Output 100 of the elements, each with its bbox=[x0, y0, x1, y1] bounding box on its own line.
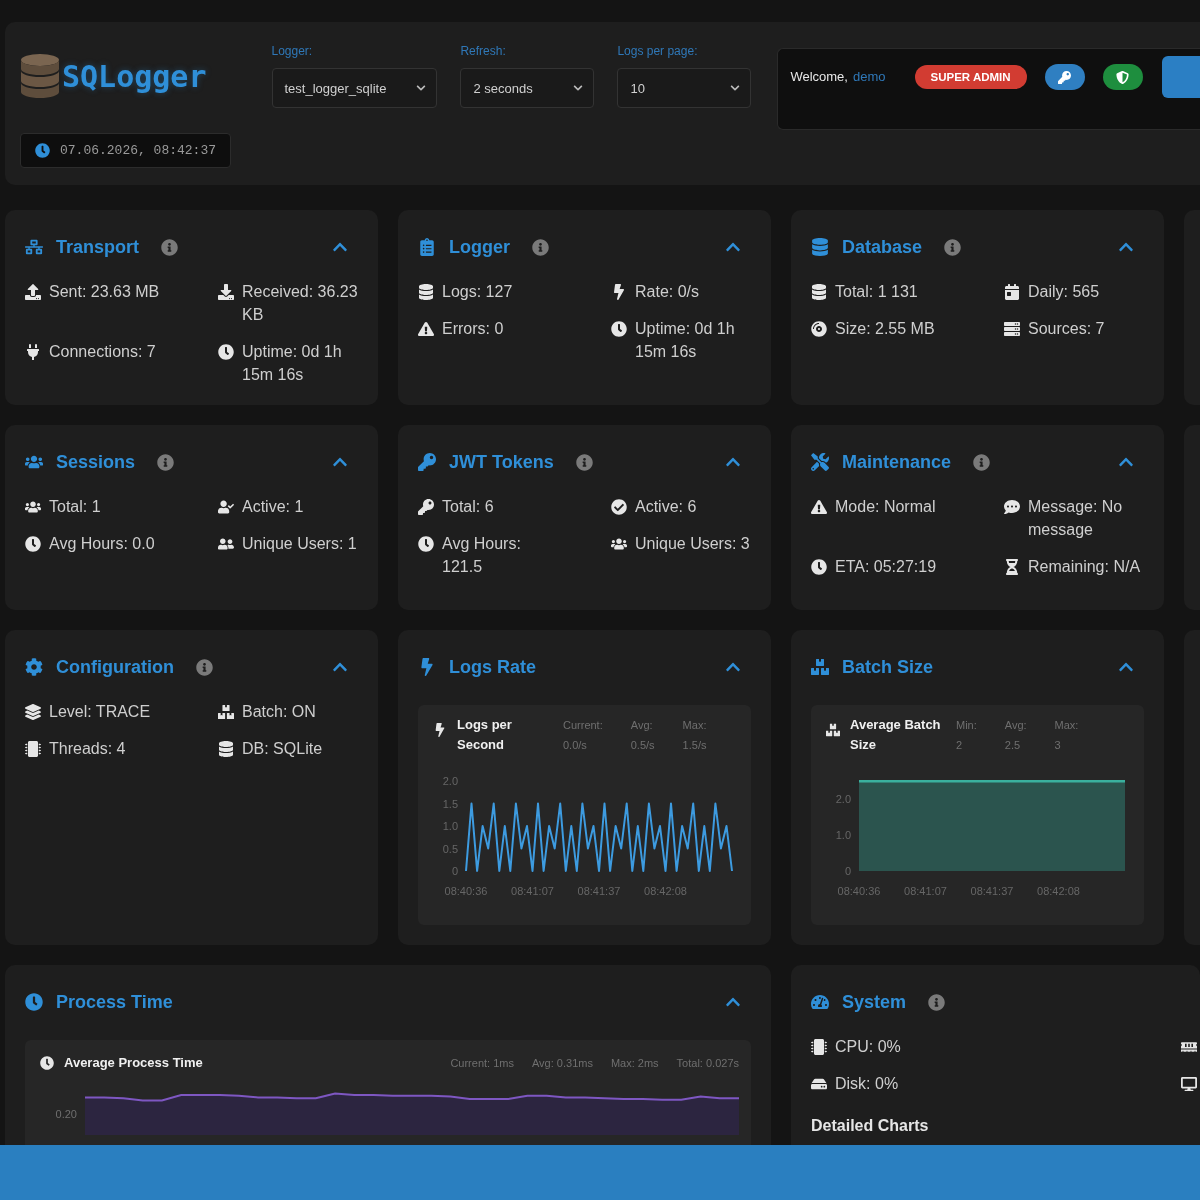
chart-stat: Avg: 0.31ms bbox=[531, 1056, 593, 1071]
clock-icon bbox=[25, 536, 41, 552]
key-icon bbox=[418, 499, 434, 515]
y-axis-tick-label: 2.0 bbox=[442, 775, 458, 787]
y-axis-tick-label: 0.5 bbox=[442, 842, 458, 855]
server-icon bbox=[1004, 321, 1020, 337]
chevron-down-icon bbox=[573, 83, 584, 93]
users-icon bbox=[611, 536, 627, 552]
app-name: SQLogger bbox=[62, 58, 207, 94]
timestamp-text: 07.06.2026, 08:42:37 bbox=[60, 143, 217, 158]
hard-drive-icon bbox=[811, 1076, 827, 1092]
clock-icon bbox=[25, 993, 43, 1011]
hourglass-icon bbox=[1004, 559, 1020, 575]
x-axis-tick-label: 08:41:07 bbox=[904, 885, 947, 897]
stat-text: Size: 2.55 MB bbox=[835, 319, 935, 339]
info-icon[interactable] bbox=[157, 453, 175, 471]
info-icon[interactable] bbox=[973, 453, 991, 471]
clock-icon bbox=[418, 536, 434, 552]
card-title: Database bbox=[842, 236, 923, 258]
y-axis-tick-label: 1.0 bbox=[442, 820, 458, 832]
download-icon bbox=[218, 284, 234, 300]
clock-icon bbox=[35, 143, 50, 158]
stat-text: Connections: 7 bbox=[49, 342, 156, 362]
stat-text: Batch: ON bbox=[242, 702, 316, 722]
field-label: Refresh: bbox=[460, 44, 507, 58]
stat-text: Rate: 0/s bbox=[635, 282, 700, 302]
chart-stat: Total: 0.027s bbox=[676, 1056, 739, 1071]
boxes-icon bbox=[218, 704, 234, 720]
stat-text: Total: 1 131 bbox=[835, 282, 918, 302]
stat-text: Unique Users: 3 bbox=[635, 534, 750, 554]
boxes-icon bbox=[811, 658, 829, 676]
database-icon bbox=[218, 741, 234, 757]
users-icon bbox=[25, 499, 41, 515]
shield-button[interactable] bbox=[1102, 64, 1143, 90]
upload-icon bbox=[25, 284, 41, 300]
info-icon[interactable] bbox=[196, 658, 213, 676]
boxes-icon bbox=[826, 723, 840, 737]
users-icon bbox=[25, 453, 43, 471]
settings-icon bbox=[25, 658, 43, 676]
info-icon[interactable] bbox=[944, 238, 962, 256]
stat-text: Level: TRACE bbox=[49, 702, 151, 722]
chart-stat: Current: 0.0/s bbox=[563, 718, 603, 753]
x-axis-tick-label: 08:41:37 bbox=[577, 885, 621, 897]
stat-text: Sources: 7 bbox=[1028, 319, 1105, 339]
info-icon[interactable] bbox=[928, 993, 946, 1011]
user-check-icon bbox=[218, 499, 234, 515]
layers-icon bbox=[25, 704, 41, 720]
chart-stat: Avg: 2.5 bbox=[1004, 718, 1027, 753]
key-button[interactable] bbox=[1044, 64, 1085, 90]
field-label: Logger: bbox=[271, 44, 314, 58]
x-axis-tick-label: 08:40:36 bbox=[837, 885, 881, 897]
stat-text: Disk: 0% bbox=[835, 1074, 899, 1094]
stat-text: Daily: 565 bbox=[1028, 282, 1100, 302]
stat-text: Avg Hours: 0.0 bbox=[49, 534, 155, 554]
database-logo-icon bbox=[20, 53, 60, 99]
y-axis-tick-label: 1.0 bbox=[835, 829, 851, 841]
chart-stat: Avg: 0.5/s bbox=[630, 718, 655, 753]
chart-stat: Max: 1.5/s bbox=[682, 718, 707, 753]
stat-text: Total: 1 bbox=[49, 497, 101, 517]
chart-stat: Min: 2 bbox=[956, 718, 977, 753]
dropdown[interactable]: 10 bbox=[617, 68, 752, 108]
plug-icon bbox=[25, 344, 41, 360]
x-axis-tick-label: 08:41:07 bbox=[511, 885, 554, 897]
dropdown[interactable]: 2 seconds bbox=[460, 68, 595, 108]
y-axis-tick-label: 1.5 bbox=[442, 797, 458, 810]
card-title: JWT Tokens bbox=[449, 451, 554, 473]
stat-text: Errors: 0 bbox=[442, 319, 504, 339]
welcome-text: Welcome, bbox=[790, 68, 848, 86]
stat-text: CPU: 0% bbox=[835, 1037, 901, 1057]
lightning-icon bbox=[418, 658, 436, 676]
chart-title: Logs per Second bbox=[457, 716, 513, 754]
clock-icon bbox=[218, 344, 234, 360]
stat-text: Active: 1 bbox=[242, 497, 304, 517]
field-label: Logs per page: bbox=[617, 44, 699, 58]
info-icon[interactable] bbox=[161, 238, 178, 256]
clock-icon bbox=[811, 559, 827, 575]
card-title: Sessions bbox=[56, 451, 136, 473]
section-heading: Detailed Charts bbox=[811, 1117, 930, 1135]
info-icon[interactable] bbox=[532, 238, 549, 256]
stat-text: Mode: Normal bbox=[835, 497, 936, 517]
stat-text: Active: 6 bbox=[635, 497, 697, 517]
header-button[interactable] bbox=[1161, 56, 1200, 98]
lightning-icon bbox=[611, 284, 627, 300]
stat-text: Uptime: 0d 1h 15m 16s bbox=[242, 342, 343, 385]
chart-title: Average Process Time bbox=[64, 1054, 203, 1072]
x-axis-tick-label: 08:41:37 bbox=[970, 885, 1014, 897]
key-icon bbox=[1058, 70, 1072, 84]
clock-icon bbox=[40, 1056, 54, 1070]
dropdown[interactable]: test_logger_sqlite bbox=[271, 68, 438, 108]
y-axis-tick-label: 2.0 bbox=[835, 793, 851, 805]
x-axis-tick-label: 08:42:08 bbox=[644, 885, 687, 897]
clock-icon bbox=[611, 321, 627, 337]
stat-text: DB: SQLite bbox=[242, 739, 323, 759]
username-link[interactable]: demo bbox=[852, 64, 886, 90]
chart-title: Average Batch Size bbox=[850, 716, 942, 754]
card-title: Logger bbox=[449, 236, 510, 258]
x-axis-tick-label: 08:40:36 bbox=[444, 885, 488, 897]
info-icon[interactable] bbox=[575, 453, 593, 471]
chevron-down-icon bbox=[416, 83, 427, 93]
card-title: Process Time bbox=[56, 991, 173, 1013]
